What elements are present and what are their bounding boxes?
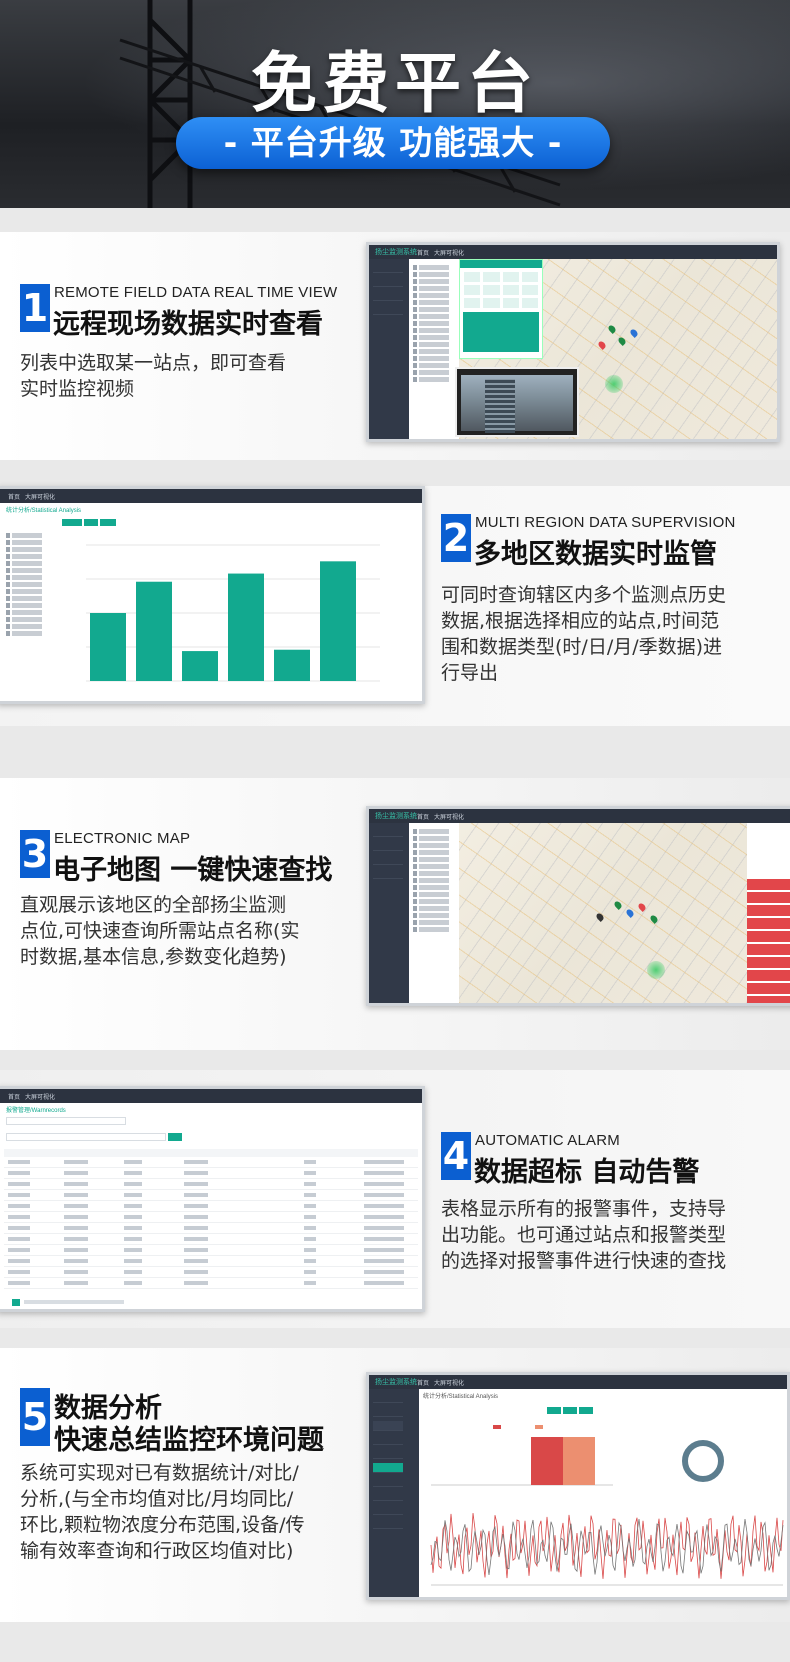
feature-desc: 可同时查询辖区内多个监测点历史 数据,根据选择相应的站点,时间范 围和数据类型(… — [441, 584, 727, 684]
feature-number: 3 — [20, 830, 50, 878]
feature-desc: 系统可实现对已有数据统计/对比/ 分析,(与全市均值对比/月均同比/ 环比,颗粒… — [20, 1462, 305, 1562]
feature-5: 5 数据分析 快速总结监控环境问题 系统可实现对已有数据统计/对比/ 分析,(与… — [0, 1348, 790, 1622]
table-row — [4, 1247, 418, 1256]
feature-desc: 列表中选取某一站点，即可查看 实时监控视频 — [20, 352, 287, 400]
table-row — [4, 1225, 418, 1234]
feature-desc: 直观展示该地区的全部扬尘监测 点位,可快速查询所需站点名称(实 时数据,基本信息… — [20, 894, 300, 968]
bar — [228, 573, 264, 681]
banner-title: 免费平台 — [251, 45, 539, 122]
feature-number: 1 — [20, 284, 50, 332]
table-row — [4, 1170, 418, 1179]
compare-bar-chart — [431, 1425, 613, 1486]
bar-chart — [86, 544, 380, 682]
table-row — [4, 1280, 418, 1289]
bar — [90, 613, 126, 681]
page: 免费平台 - 平台升级 功能强大 - 1 REMOTE FIELD DATA R… — [0, 0, 790, 1662]
table-row — [4, 1236, 418, 1245]
banner-subtitle: - 平台升级 功能强大 - — [176, 117, 610, 169]
feature-1: 1 REMOTE FIELD DATA REAL TIME VIEW 远程现场数… — [0, 232, 790, 460]
feature-title: 远程现场数据实时查看 — [53, 309, 323, 340]
table-row — [4, 1181, 418, 1190]
table-row — [4, 1214, 418, 1223]
feature-en-title: AUTOMATIC ALARM — [475, 1132, 620, 1149]
screenshot-electronic-map: 扬尘监测系统 首页 大屏可视化 — [366, 806, 790, 1006]
feature-en-title: MULTI REGION DATA SUPERVISION — [475, 514, 736, 531]
feature-number: 4 — [441, 1132, 471, 1180]
screenshot-statistics: 首页 大屏可视化 统计分析/Statistical Analysis — [0, 486, 425, 704]
donut-chart — [682, 1440, 724, 1482]
screenshot-data-analysis: 扬尘监测系统 首页 大屏可视化 统计分析/Statistical Analysis — [366, 1372, 790, 1600]
stats-title: 统计分析/Statistical Analysis — [6, 508, 82, 514]
table-row — [4, 1159, 418, 1168]
table-row — [4, 1192, 418, 1201]
table-row — [4, 1269, 418, 1278]
table-row — [4, 1203, 418, 1212]
feature-subtitle: 快速总结监控环境问题 — [54, 1425, 324, 1456]
screenshot-alarm-table: 首页 大屏可视化 报警管理/Warnrecords — [0, 1086, 425, 1312]
feature-desc: 表格显示所有的报警事件，支持导 出功能。也可通过站点和报警类型 的选择对报警事件… — [441, 1198, 727, 1272]
alarm-list — [747, 879, 790, 1003]
feature-3: 3 ELECTRONIC MAP 电子地图 一键快速查找 直观展示该地区的全部扬… — [0, 778, 790, 1050]
feature-4: 首页 大屏可视化 报警管理/Warnrecords 4 AUTOMATIC AL… — [0, 1070, 790, 1328]
screenshot-realtime-view: 扬尘监测系统 首页 大屏可视化 — [366, 242, 780, 442]
feature-title: 多地区数据实时监管 — [474, 539, 717, 570]
alarm-title: 报警管理/Warnrecords — [6, 1108, 66, 1114]
feature-number: 2 — [441, 514, 471, 562]
feature-en-title: ELECTRONIC MAP — [54, 830, 191, 847]
feature-en-title: REMOTE FIELD DATA REAL TIME VIEW — [54, 284, 338, 301]
analysis-title: 统计分析/Statistical Analysis — [423, 1394, 499, 1400]
feature-title: 电子地图 一键快速查找 — [53, 855, 333, 886]
table-row — [4, 1258, 418, 1267]
feature-title: 数据超标 自动告警 — [474, 1157, 700, 1188]
hero-banner: 免费平台 - 平台升级 功能强大 - — [0, 0, 790, 208]
trend-line-chart — [430, 1513, 784, 1586]
bar — [136, 581, 172, 681]
feature-2: 首页 大屏可视化 统计分析/Statistical Analysis 2 MUL… — [0, 486, 790, 726]
bar — [274, 649, 310, 681]
feature-number: 5 — [20, 1388, 50, 1446]
bar — [182, 651, 218, 681]
bar — [320, 561, 356, 681]
